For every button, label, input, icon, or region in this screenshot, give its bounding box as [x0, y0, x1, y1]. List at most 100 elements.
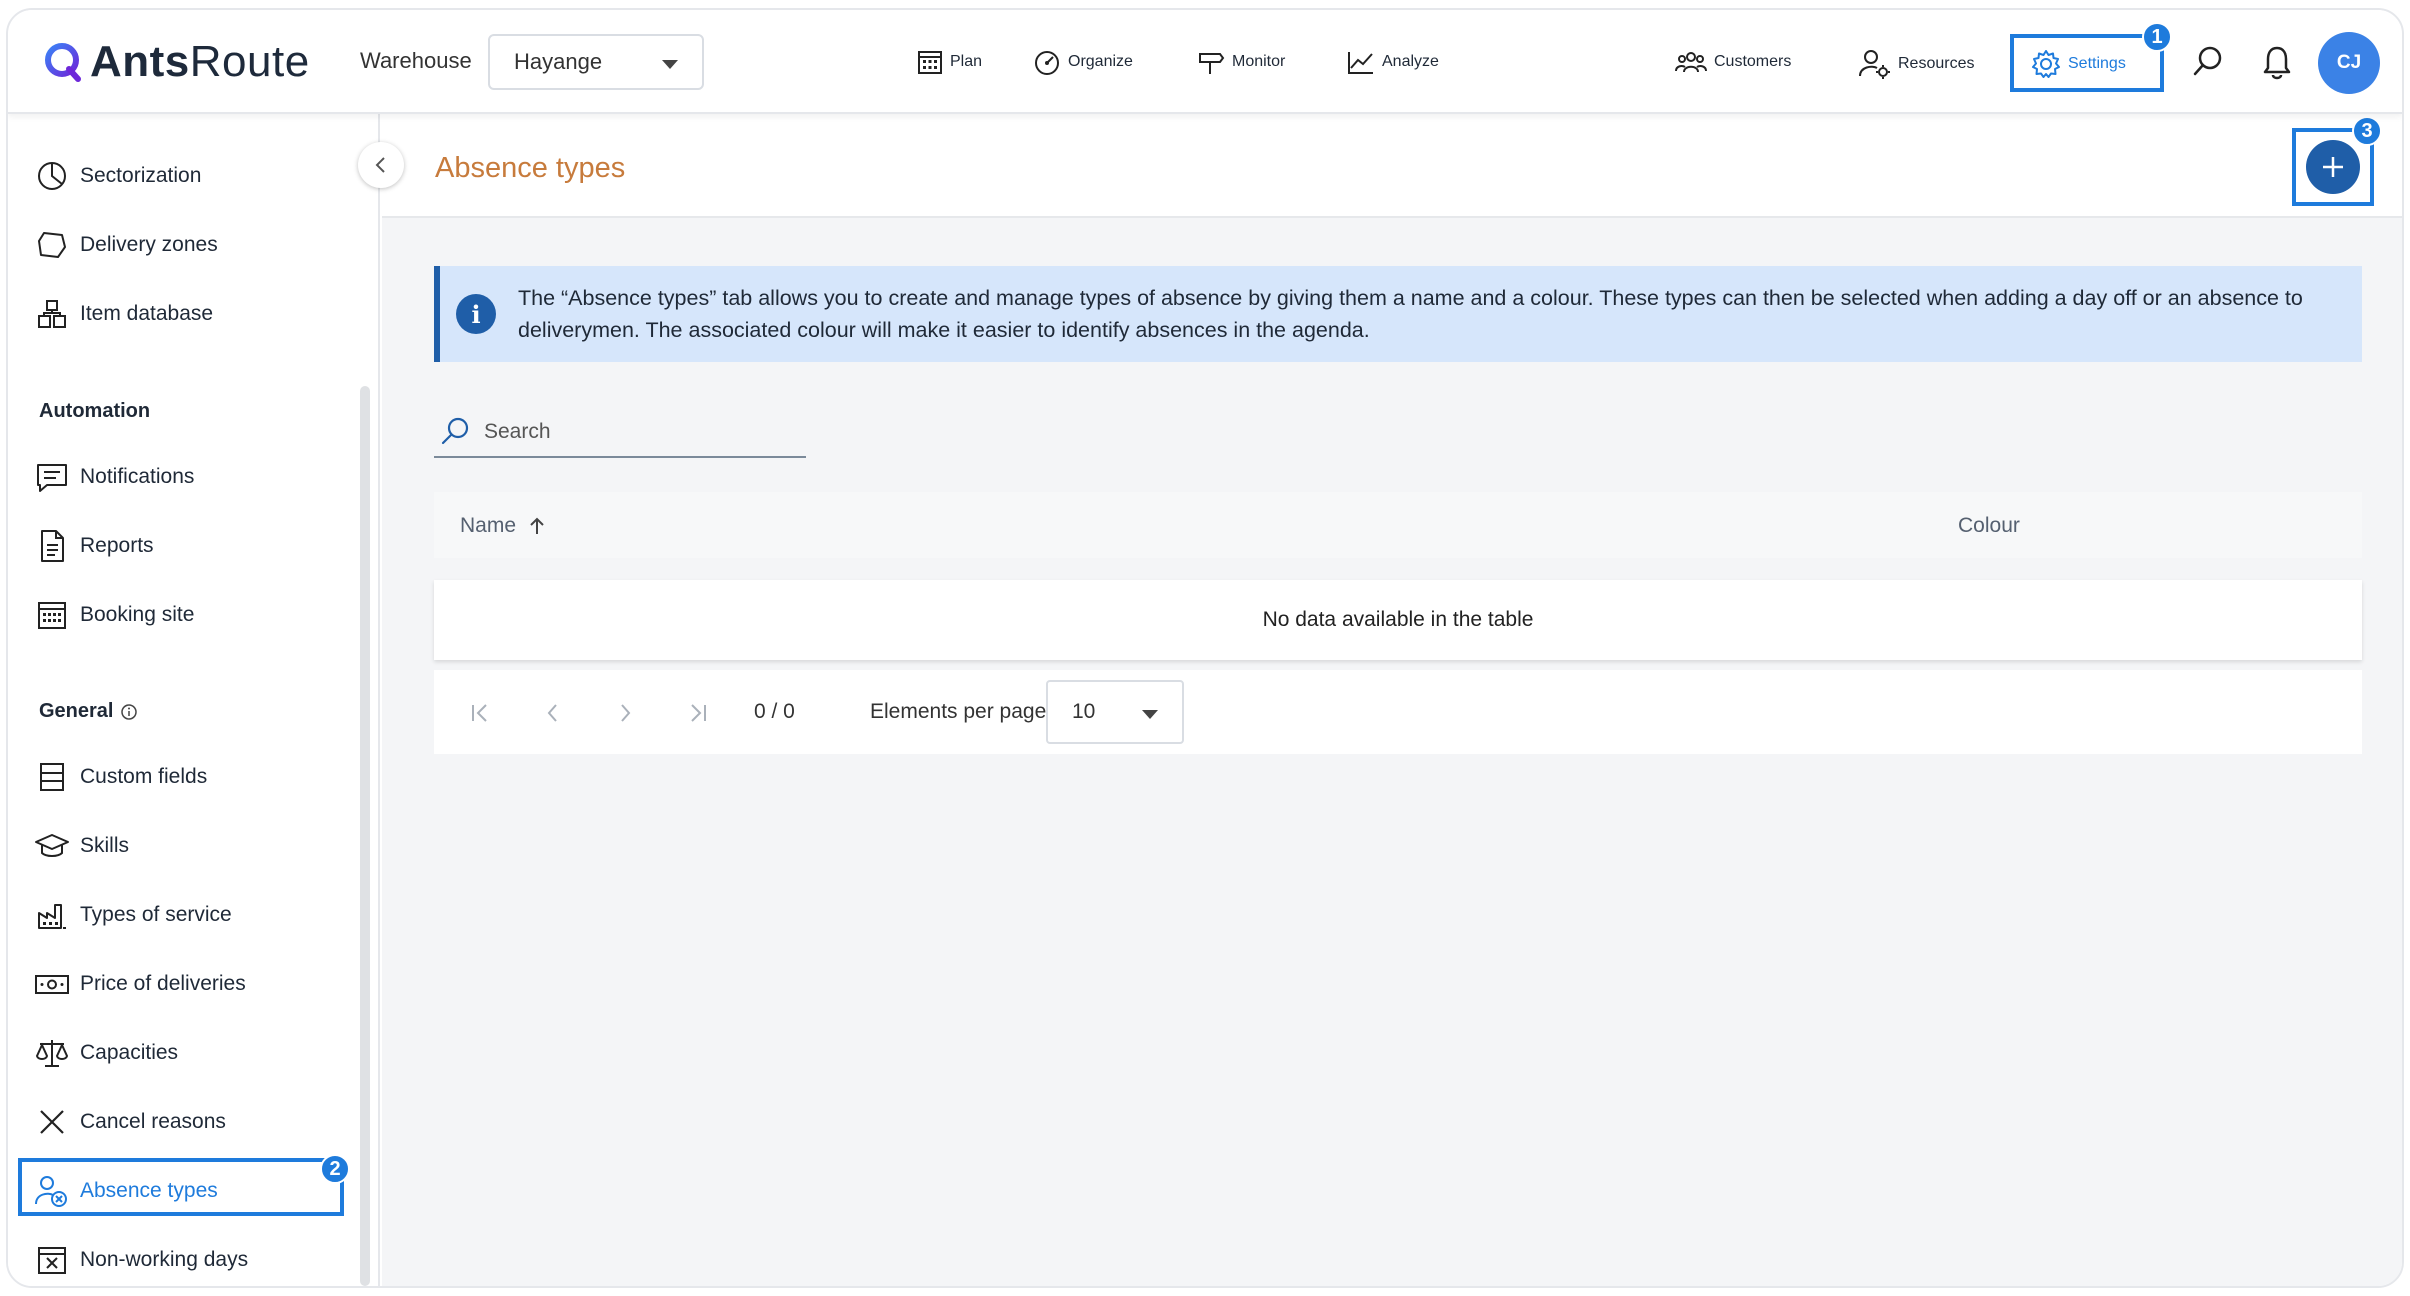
absence-types-highlight-box: [18, 1158, 344, 1216]
annotation-badge-2: 2: [320, 1154, 350, 1184]
last-page-button[interactable]: [682, 698, 712, 728]
per-page-select[interactable]: 10: [1046, 680, 1184, 744]
info-banner: i The “Absence types” tab allows you to …: [434, 266, 2362, 362]
sidebar-item-reports[interactable]: Reports: [34, 528, 154, 564]
sidebar-item-label: Price of deliveries: [80, 972, 246, 995]
page-header: Absence types 3: [382, 114, 2402, 218]
graduation-cap-icon: [34, 828, 70, 864]
next-page-button[interactable]: [610, 698, 640, 728]
scale-icon: [34, 1035, 70, 1071]
search-input[interactable]: [484, 420, 784, 444]
calendar-x-icon: [34, 1242, 70, 1278]
message-icon: [34, 459, 70, 495]
sidebar-item-label: Custom fields: [80, 765, 208, 788]
sidebar-scrollbar[interactable]: [360, 386, 370, 1286]
sidebar-item-label: Sectorization: [80, 164, 202, 187]
search-field[interactable]: [434, 408, 806, 458]
column-name-label: Name: [460, 514, 517, 537]
warehouse-select[interactable]: Hayange: [488, 34, 704, 90]
sidebar-item-delivery-zones[interactable]: Delivery zones: [34, 227, 218, 263]
nav-resources-label: Resources: [1898, 55, 1975, 72]
sidebar-item-label: Item database: [80, 302, 214, 325]
polygon-icon: [34, 227, 70, 263]
sidebar-item-item-database[interactable]: Item database: [34, 296, 213, 332]
logo-mark-icon: [45, 43, 81, 82]
boxes-icon: [34, 296, 70, 332]
section-title-automation: Automation: [39, 400, 151, 422]
user-avatar[interactable]: CJ: [2318, 32, 2380, 94]
nav-monitor[interactable]: Monitor: [1196, 48, 1285, 76]
pie-chart-icon: [34, 158, 70, 194]
info-icon: i: [456, 294, 496, 334]
nav-analyze-label: Analyze: [1382, 53, 1439, 70]
settings-highlight-box: [2010, 34, 2164, 92]
sidebar-item-label: Reports: [80, 534, 154, 557]
sidebar-item-capacities[interactable]: Capacities: [34, 1035, 178, 1071]
warehouse-value: Hayange: [514, 49, 603, 74]
settings-sidebar: Sectorization Delivery zones Item databa…: [8, 114, 380, 1286]
fields-icon: [34, 759, 70, 795]
bell-icon: [2263, 46, 2291, 80]
page-title: Absence types: [435, 152, 626, 184]
per-page-value: 10: [1072, 700, 1096, 723]
pagination-bar: 0 / 0 Elements per page 10: [434, 670, 2362, 754]
sidebar-item-cancel-reasons[interactable]: Cancel reasons: [34, 1104, 226, 1140]
chart-icon: [1348, 52, 1373, 74]
document-icon: [34, 528, 70, 564]
sidebar-item-non-working-days[interactable]: Non-working days: [34, 1242, 248, 1278]
sidebar-item-sectorization[interactable]: Sectorization: [34, 158, 201, 194]
nav-analyze[interactable]: Analyze: [1346, 48, 1439, 76]
column-header-name[interactable]: Name: [460, 514, 548, 538]
info-banner-text: The “Absence types” tab allows you to cr…: [518, 286, 2303, 342]
plus-icon: [2323, 157, 2343, 177]
nav-organize[interactable]: Organize: [1032, 48, 1133, 76]
arrow-up-icon: [530, 517, 544, 534]
previous-page-button[interactable]: [538, 698, 568, 728]
first-page-button[interactable]: [466, 698, 496, 728]
sidebar-item-label: Capacities: [80, 1041, 179, 1064]
nav-monitor-label: Monitor: [1232, 53, 1286, 70]
chevron-left-icon: [375, 157, 385, 173]
x-icon: [34, 1104, 70, 1140]
sidebar-item-label: Types of service: [80, 903, 232, 926]
chevron-right-icon: [621, 704, 631, 722]
antsroute-logo[interactable]: AntsRoute: [42, 34, 310, 90]
empty-table-message: No data available in the table: [1262, 608, 1534, 631]
warehouse-label: Warehouse: [360, 48, 472, 73]
table-header: Name Colour: [434, 492, 2362, 558]
sidebar-item-label: Skills: [80, 834, 130, 857]
sidebar-item-price-of-deliveries[interactable]: Price of deliveries: [34, 966, 246, 1002]
sidebar-item-types-of-service[interactable]: Types of service: [34, 897, 232, 933]
chevron-left-icon: [547, 704, 557, 722]
sidebar-item-label: Delivery zones: [80, 233, 218, 256]
sidebar-item-skills[interactable]: Skills: [34, 828, 129, 864]
last-page-icon: [691, 704, 706, 722]
nav-resources[interactable]: Resources: [1858, 48, 1974, 80]
search-button[interactable]: [2190, 44, 2232, 80]
notifications-button[interactable]: [2260, 44, 2300, 82]
table-empty-row: No data available in the table: [434, 580, 2362, 660]
search-icon: [2193, 46, 2222, 76]
sidebar-item-booking-site[interactable]: Booking site: [34, 597, 194, 633]
caret-down-icon: [1142, 710, 1158, 719]
add-absence-type-button[interactable]: [2306, 140, 2360, 194]
sidebar-item-label: Cancel reasons: [80, 1110, 226, 1133]
info-circle-icon[interactable]: [119, 702, 139, 722]
gauge-icon: [1035, 51, 1059, 75]
signpost-icon: [1199, 53, 1225, 74]
per-page-label: Elements per page: [870, 700, 1047, 723]
user-gear-icon: [1859, 50, 1890, 79]
sidebar-item-notifications[interactable]: Notifications: [34, 459, 194, 495]
nav-customers[interactable]: Customers: [1674, 48, 1791, 76]
column-header-colour[interactable]: Colour: [1958, 514, 2020, 538]
sidebar-item-custom-fields[interactable]: Custom fields: [34, 759, 207, 795]
logo-text: AntsRoute: [90, 37, 310, 86]
nav-plan[interactable]: Plan: [916, 48, 982, 76]
calendar-grid-icon: [918, 51, 942, 74]
factory-icon: [34, 897, 70, 933]
users-group-icon: [1675, 52, 1707, 73]
collapse-sidebar-button[interactable]: [358, 142, 404, 188]
sidebar-item-label: Non-working days: [80, 1248, 249, 1271]
banknote-icon: [34, 966, 70, 1002]
main-content: Absence types 3 i The “Absence types” ta…: [382, 114, 2402, 1286]
